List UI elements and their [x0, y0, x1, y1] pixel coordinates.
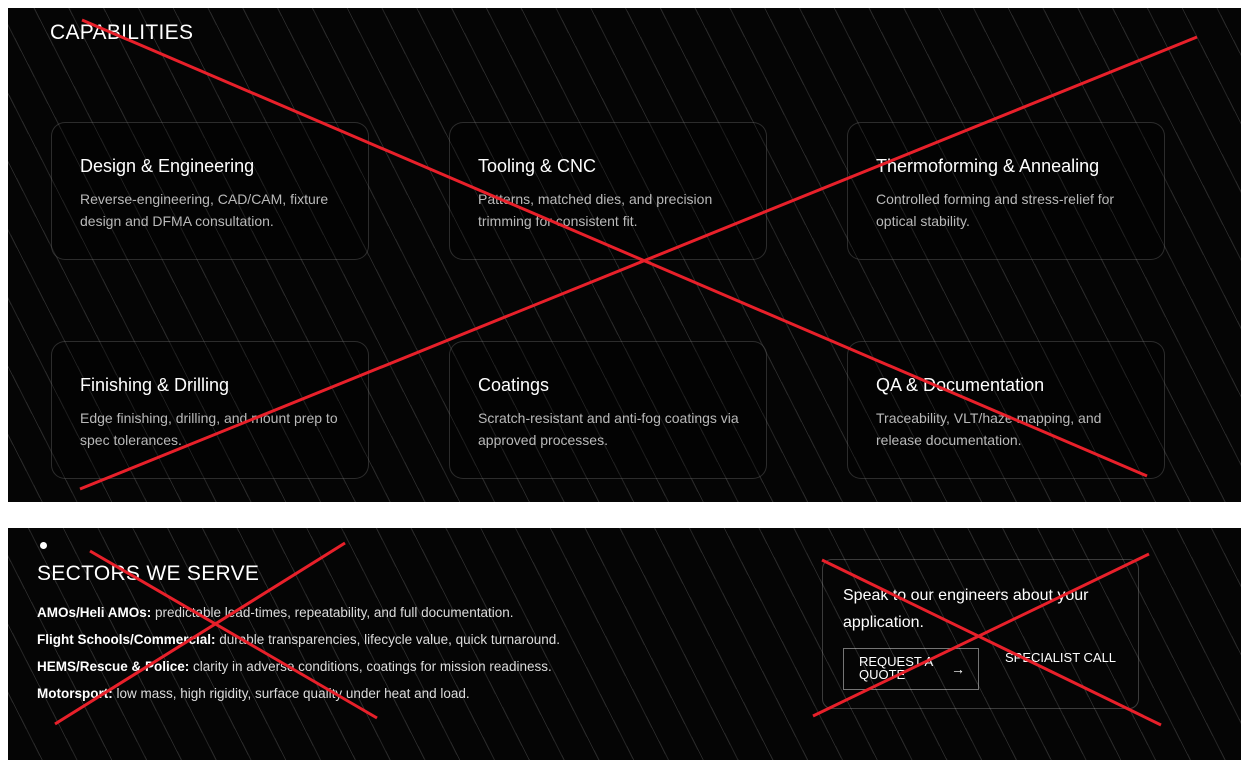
sector-list: AMOs/Heli AMOs: predictable lead-times, …	[37, 601, 560, 709]
capability-card-coatings: Coatings Scratch-resistant and anti-fog …	[449, 341, 767, 479]
sector-label: HEMS/Rescue & Police:	[37, 659, 190, 674]
sector-item-flight-schools: Flight Schools/Commercial: durable trans…	[37, 628, 560, 655]
card-title: Finishing & Drilling	[80, 375, 230, 395]
request-quote-button[interactable]: REQUEST A QUOTE →	[843, 648, 979, 690]
sector-item-motorsport: Motorsport: low mass, high rigidity, sur…	[37, 682, 560, 709]
request-quote-label: REQUEST A QUOTE	[859, 654, 933, 682]
sector-text: durable transparencies, lifecycle value,…	[215, 632, 560, 647]
arrow-right-icon: →	[951, 661, 965, 677]
cta-box: Speak to our engineers about your applic…	[822, 559, 1139, 709]
capabilities-title: CAPABILITIES	[50, 21, 194, 44]
sector-item-hems: HEMS/Rescue & Police: clarity in adverse…	[37, 655, 560, 682]
capability-card-design-engineering: Design & Engineering Reverse-engineering…	[51, 122, 369, 260]
sectors-title: SECTORS WE SERVE	[37, 562, 260, 585]
card-description: Edge finishing, drilling, and mount prep…	[80, 410, 338, 448]
card-title: Coatings	[478, 375, 550, 395]
sector-label: AMOs/Heli AMOs:	[37, 605, 152, 620]
capability-card-tooling-cnc: Tooling & CNC Patterns, matched dies, an…	[449, 122, 767, 260]
sectors-section: SECTORS WE SERVE AMOs/Heli AMOs: predict…	[8, 528, 1241, 760]
bullet-dot-icon	[40, 542, 47, 549]
sector-text: predictable lead-times, repeatability, a…	[151, 605, 514, 620]
capability-card-finishing-drilling: Finishing & Drilling Edge finishing, dri…	[51, 341, 369, 479]
capabilities-section: CAPABILITIES Design & Engineering Revers…	[8, 8, 1241, 502]
sector-label: Flight Schools/Commercial:	[37, 632, 216, 647]
card-title: QA & Documentation	[876, 375, 1045, 395]
specialist-call-link[interactable]: SPECIALIST CALL	[1005, 650, 1116, 665]
card-description: Scratch-resistant and anti-fog coatings …	[478, 410, 739, 448]
card-title: Design & Engineering	[80, 156, 255, 176]
capability-card-thermoforming-annealing: Thermoforming & Annealing Controlled for…	[847, 122, 1165, 260]
sector-item-amos: AMOs/Heli AMOs: predictable lead-times, …	[37, 601, 560, 628]
sector-label: Motorsport:	[37, 686, 113, 701]
card-description: Traceability, VLT/haze mapping, and rele…	[876, 410, 1102, 448]
card-title: Tooling & CNC	[478, 156, 597, 176]
card-title: Thermoforming & Annealing	[876, 156, 1100, 176]
sector-text: clarity in adverse conditions, coatings …	[189, 659, 552, 674]
cta-text: Speak to our engineers about your applic…	[843, 587, 1089, 631]
capability-card-qa-documentation: QA & Documentation Traceability, VLT/haz…	[847, 341, 1165, 479]
sector-text: low mass, high rigidity, surface quality…	[112, 686, 470, 701]
card-description: Reverse-engineering, CAD/CAM, fixture de…	[80, 191, 329, 229]
card-description: Patterns, matched dies, and precision tr…	[478, 191, 713, 229]
card-description: Controlled forming and stress-relief for…	[876, 191, 1115, 229]
